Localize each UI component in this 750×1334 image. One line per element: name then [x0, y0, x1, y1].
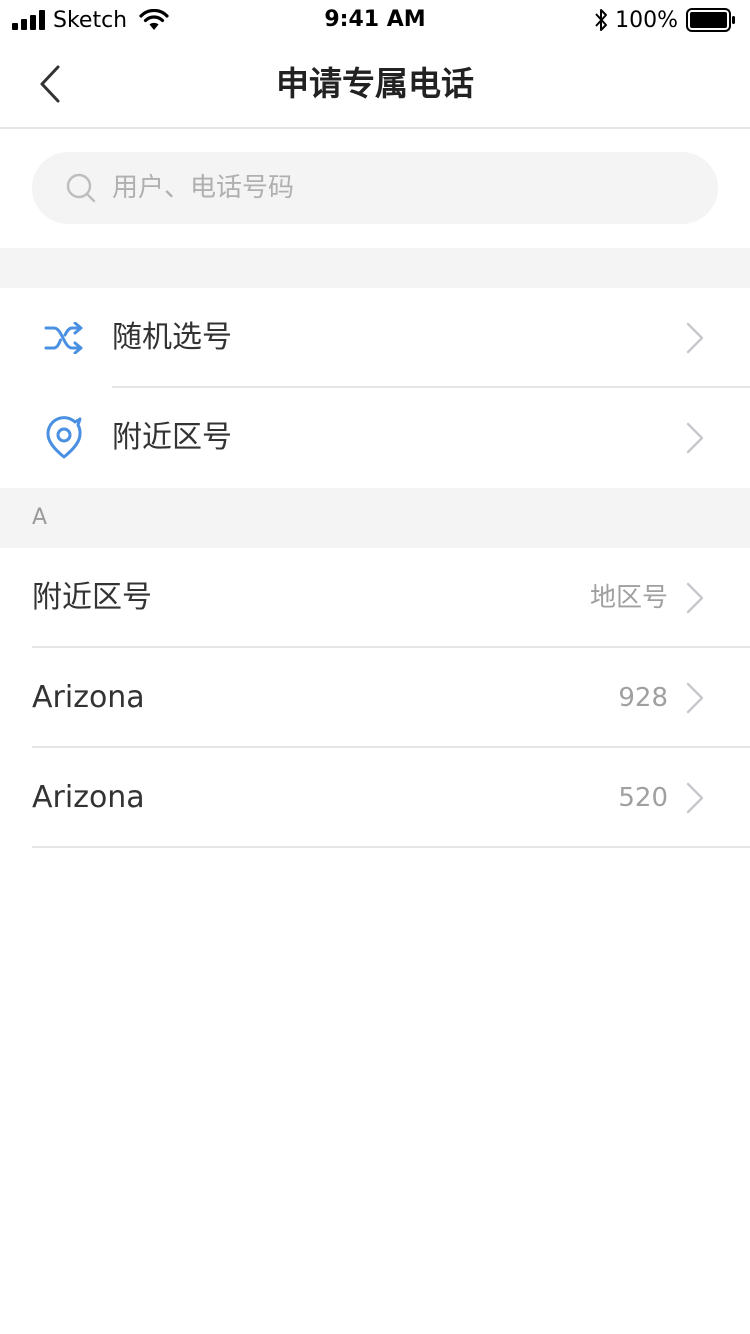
- shuffle-icon: [42, 316, 86, 360]
- section-spacer: [0, 248, 750, 288]
- search-section: [0, 129, 750, 248]
- navigation-bar: 申请专属电话: [0, 40, 750, 129]
- status-right: 100%: [593, 6, 736, 34]
- battery-percent: 100%: [615, 7, 678, 33]
- chevron-right-icon: [684, 421, 706, 455]
- list-item[interactable]: 附近区号 地区号: [0, 548, 750, 648]
- page-title: 申请专属电话: [276, 64, 474, 103]
- list-item-value: 地区号: [589, 583, 668, 613]
- battery-icon: [686, 8, 735, 32]
- list-item-name: Arizona: [32, 780, 145, 815]
- chevron-right-icon: [684, 581, 706, 615]
- list-item[interactable]: Arizona 520: [0, 748, 750, 848]
- section-header: A: [0, 488, 750, 548]
- menu-label-random: 随机选号: [112, 320, 232, 355]
- search-icon: [64, 171, 98, 205]
- list-item-name: 附近区号: [32, 580, 152, 615]
- bluetooth-icon: [595, 9, 608, 31]
- menu-label-nearby: 附近区号: [112, 420, 232, 455]
- divider: [32, 846, 750, 848]
- chevron-right-icon: [684, 321, 706, 355]
- nearby-area-code-item[interactable]: 附近区号: [0, 388, 750, 488]
- chevron-right-icon: [684, 781, 706, 815]
- list-item-name: Arizona: [32, 680, 145, 715]
- status-bar: Sketch 9:41 AM 100%: [0, 0, 750, 40]
- location-icon: [42, 416, 86, 460]
- search-bar[interactable]: [32, 152, 718, 224]
- random-number-item[interactable]: 随机选号: [0, 288, 750, 388]
- list-item-value: 928: [618, 683, 668, 713]
- search-input[interactable]: [110, 172, 674, 204]
- list-item[interactable]: Arizona 928: [0, 648, 750, 748]
- chevron-right-icon: [684, 681, 706, 715]
- list-item-value: 520: [618, 783, 668, 813]
- section-index-letter: A: [32, 505, 48, 530]
